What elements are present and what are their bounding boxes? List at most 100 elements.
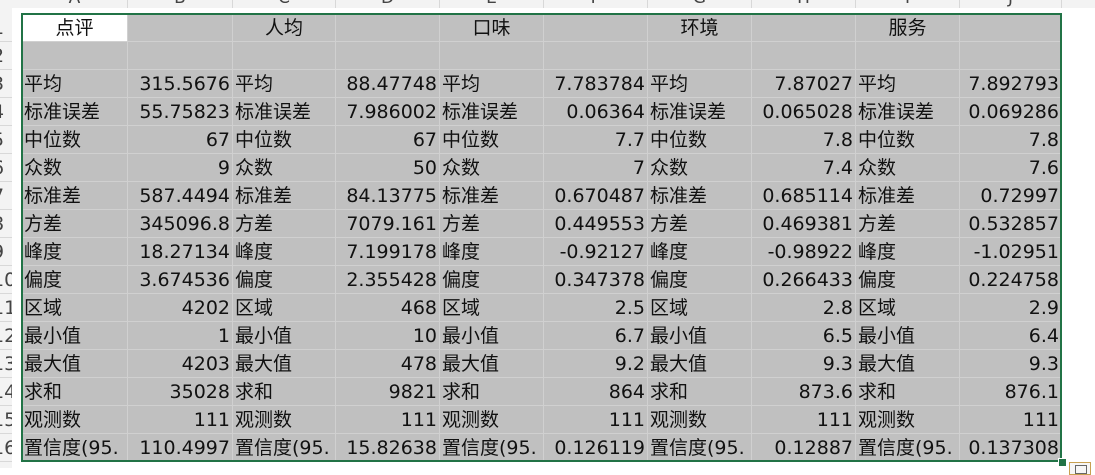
stat-value-cell[interactable]: 0.069286	[960, 98, 1062, 126]
stat-label-cell[interactable]: 峰度	[22, 238, 128, 266]
column-header-d[interactable]: D	[336, 0, 440, 8]
stat-value-cell[interactable]: 7.986002	[336, 98, 440, 126]
column-header-c[interactable]: C	[233, 0, 336, 8]
row-header-2[interactable]: 2	[0, 42, 12, 70]
stat-value-cell[interactable]: 873.6	[752, 378, 856, 406]
stat-label-cell[interactable]: 置信度(95.	[648, 434, 752, 462]
header-cell-2[interactable]: 人均	[233, 14, 336, 42]
stat-value-cell[interactable]: 111	[960, 406, 1062, 434]
header-cell-empty[interactable]	[544, 14, 648, 42]
column-header-g[interactable]: G	[648, 0, 752, 8]
blank-cell[interactable]	[336, 42, 440, 70]
row-header-9[interactable]: 9	[0, 238, 12, 266]
stat-label-cell[interactable]: 平均	[440, 70, 544, 98]
row-header-12[interactable]: 12	[0, 322, 12, 350]
stat-label-cell[interactable]: 最大值	[233, 350, 336, 378]
header-cell-empty[interactable]	[752, 14, 856, 42]
blank-cell[interactable]	[440, 42, 544, 70]
stat-value-cell[interactable]: 0.685114	[752, 182, 856, 210]
stat-label-cell[interactable]: 偏度	[856, 266, 960, 294]
stat-label-cell[interactable]: 最大值	[648, 350, 752, 378]
stat-value-cell[interactable]: 478	[336, 350, 440, 378]
stat-value-cell[interactable]: 7079.161	[336, 210, 440, 238]
header-cell-empty[interactable]	[336, 14, 440, 42]
stat-label-cell[interactable]: 众数	[22, 154, 128, 182]
stat-value-cell[interactable]: 0.12887	[752, 434, 856, 462]
stat-label-cell[interactable]: 方差	[233, 210, 336, 238]
stat-label-cell[interactable]: 偏度	[233, 266, 336, 294]
stat-label-cell[interactable]: 求和	[440, 378, 544, 406]
stat-label-cell[interactable]: 求和	[648, 378, 752, 406]
stat-value-cell[interactable]: 0.670487	[544, 182, 648, 210]
stat-value-cell[interactable]: 0.72997	[960, 182, 1062, 210]
header-cell-4[interactable]: 环境	[648, 14, 752, 42]
stat-value-cell[interactable]: 587.4494	[128, 182, 233, 210]
stat-value-cell[interactable]: 315.5676	[128, 70, 233, 98]
stat-label-cell[interactable]: 平均	[648, 70, 752, 98]
stat-label-cell[interactable]: 观测数	[856, 406, 960, 434]
stat-label-cell[interactable]: 求和	[22, 378, 128, 406]
stat-label-cell[interactable]: 众数	[856, 154, 960, 182]
stat-value-cell[interactable]: 7.8	[752, 126, 856, 154]
stat-value-cell[interactable]: 7.199178	[336, 238, 440, 266]
stat-value-cell[interactable]: 7.7	[544, 126, 648, 154]
stat-label-cell[interactable]: 峰度	[648, 238, 752, 266]
row-header-14[interactable]: 14	[0, 378, 12, 406]
blank-cell[interactable]	[233, 42, 336, 70]
stat-label-cell[interactable]: 最小值	[22, 322, 128, 350]
stat-label-cell[interactable]: 最大值	[856, 350, 960, 378]
stat-value-cell[interactable]: 7.8	[960, 126, 1062, 154]
row-header-6[interactable]: 6	[0, 154, 12, 182]
stat-label-cell[interactable]: 众数	[440, 154, 544, 182]
stat-value-cell[interactable]: 111	[128, 406, 233, 434]
stat-value-cell[interactable]: 7	[544, 154, 648, 182]
stat-value-cell[interactable]: 4203	[128, 350, 233, 378]
stat-value-cell[interactable]: 0.469381	[752, 210, 856, 238]
stat-value-cell[interactable]: 2.9	[960, 294, 1062, 322]
stat-value-cell[interactable]: 0.347378	[544, 266, 648, 294]
stat-value-cell[interactable]: 6.7	[544, 322, 648, 350]
stat-label-cell[interactable]: 最大值	[440, 350, 544, 378]
stat-label-cell[interactable]: 区域	[648, 294, 752, 322]
stat-label-cell[interactable]: 标准误差	[233, 98, 336, 126]
stat-value-cell[interactable]: 0.126119	[544, 434, 648, 462]
stat-value-cell[interactable]: 84.13775	[336, 182, 440, 210]
blank-cell[interactable]	[648, 42, 752, 70]
stat-label-cell[interactable]: 区域	[22, 294, 128, 322]
stat-value-cell[interactable]: 55.75823	[128, 98, 233, 126]
column-header-f[interactable]: F	[544, 0, 648, 8]
blank-cell[interactable]	[856, 42, 960, 70]
stat-value-cell[interactable]: 9.2	[544, 350, 648, 378]
column-header-j[interactable]: J	[960, 0, 1062, 8]
stat-value-cell[interactable]: 1	[128, 322, 233, 350]
stat-value-cell[interactable]: 67	[336, 126, 440, 154]
stat-value-cell[interactable]: 15.82638	[336, 434, 440, 462]
stat-label-cell[interactable]: 观测数	[648, 406, 752, 434]
stat-value-cell[interactable]: 111	[336, 406, 440, 434]
stat-label-cell[interactable]: 标准差	[22, 182, 128, 210]
stat-label-cell[interactable]: 最小值	[856, 322, 960, 350]
stat-label-cell[interactable]: 众数	[648, 154, 752, 182]
stat-value-cell[interactable]: 9821	[336, 378, 440, 406]
row-header-8[interactable]: 8	[0, 210, 12, 238]
column-header-b[interactable]: B	[128, 0, 233, 8]
header-cell-3[interactable]: 口味	[440, 14, 544, 42]
stat-label-cell[interactable]: 标准差	[233, 182, 336, 210]
stat-label-cell[interactable]: 偏度	[440, 266, 544, 294]
stat-value-cell[interactable]: 7.6	[960, 154, 1062, 182]
stat-label-cell[interactable]: 峰度	[440, 238, 544, 266]
stat-label-cell[interactable]: 置信度(95.	[233, 434, 336, 462]
stat-value-cell[interactable]: 67	[128, 126, 233, 154]
stat-label-cell[interactable]: 平均	[856, 70, 960, 98]
stat-value-cell[interactable]: 2.8	[752, 294, 856, 322]
stat-label-cell[interactable]: 置信度(95.	[22, 434, 128, 462]
stat-label-cell[interactable]: 最小值	[233, 322, 336, 350]
stat-value-cell[interactable]: 50	[336, 154, 440, 182]
stat-label-cell[interactable]: 标准差	[856, 182, 960, 210]
stat-label-cell[interactable]: 平均	[233, 70, 336, 98]
stat-label-cell[interactable]: 观测数	[22, 406, 128, 434]
stat-value-cell[interactable]: -0.98922	[752, 238, 856, 266]
stat-value-cell[interactable]: 35028	[128, 378, 233, 406]
stat-value-cell[interactable]: 10	[336, 322, 440, 350]
stat-label-cell[interactable]: 标准误差	[648, 98, 752, 126]
